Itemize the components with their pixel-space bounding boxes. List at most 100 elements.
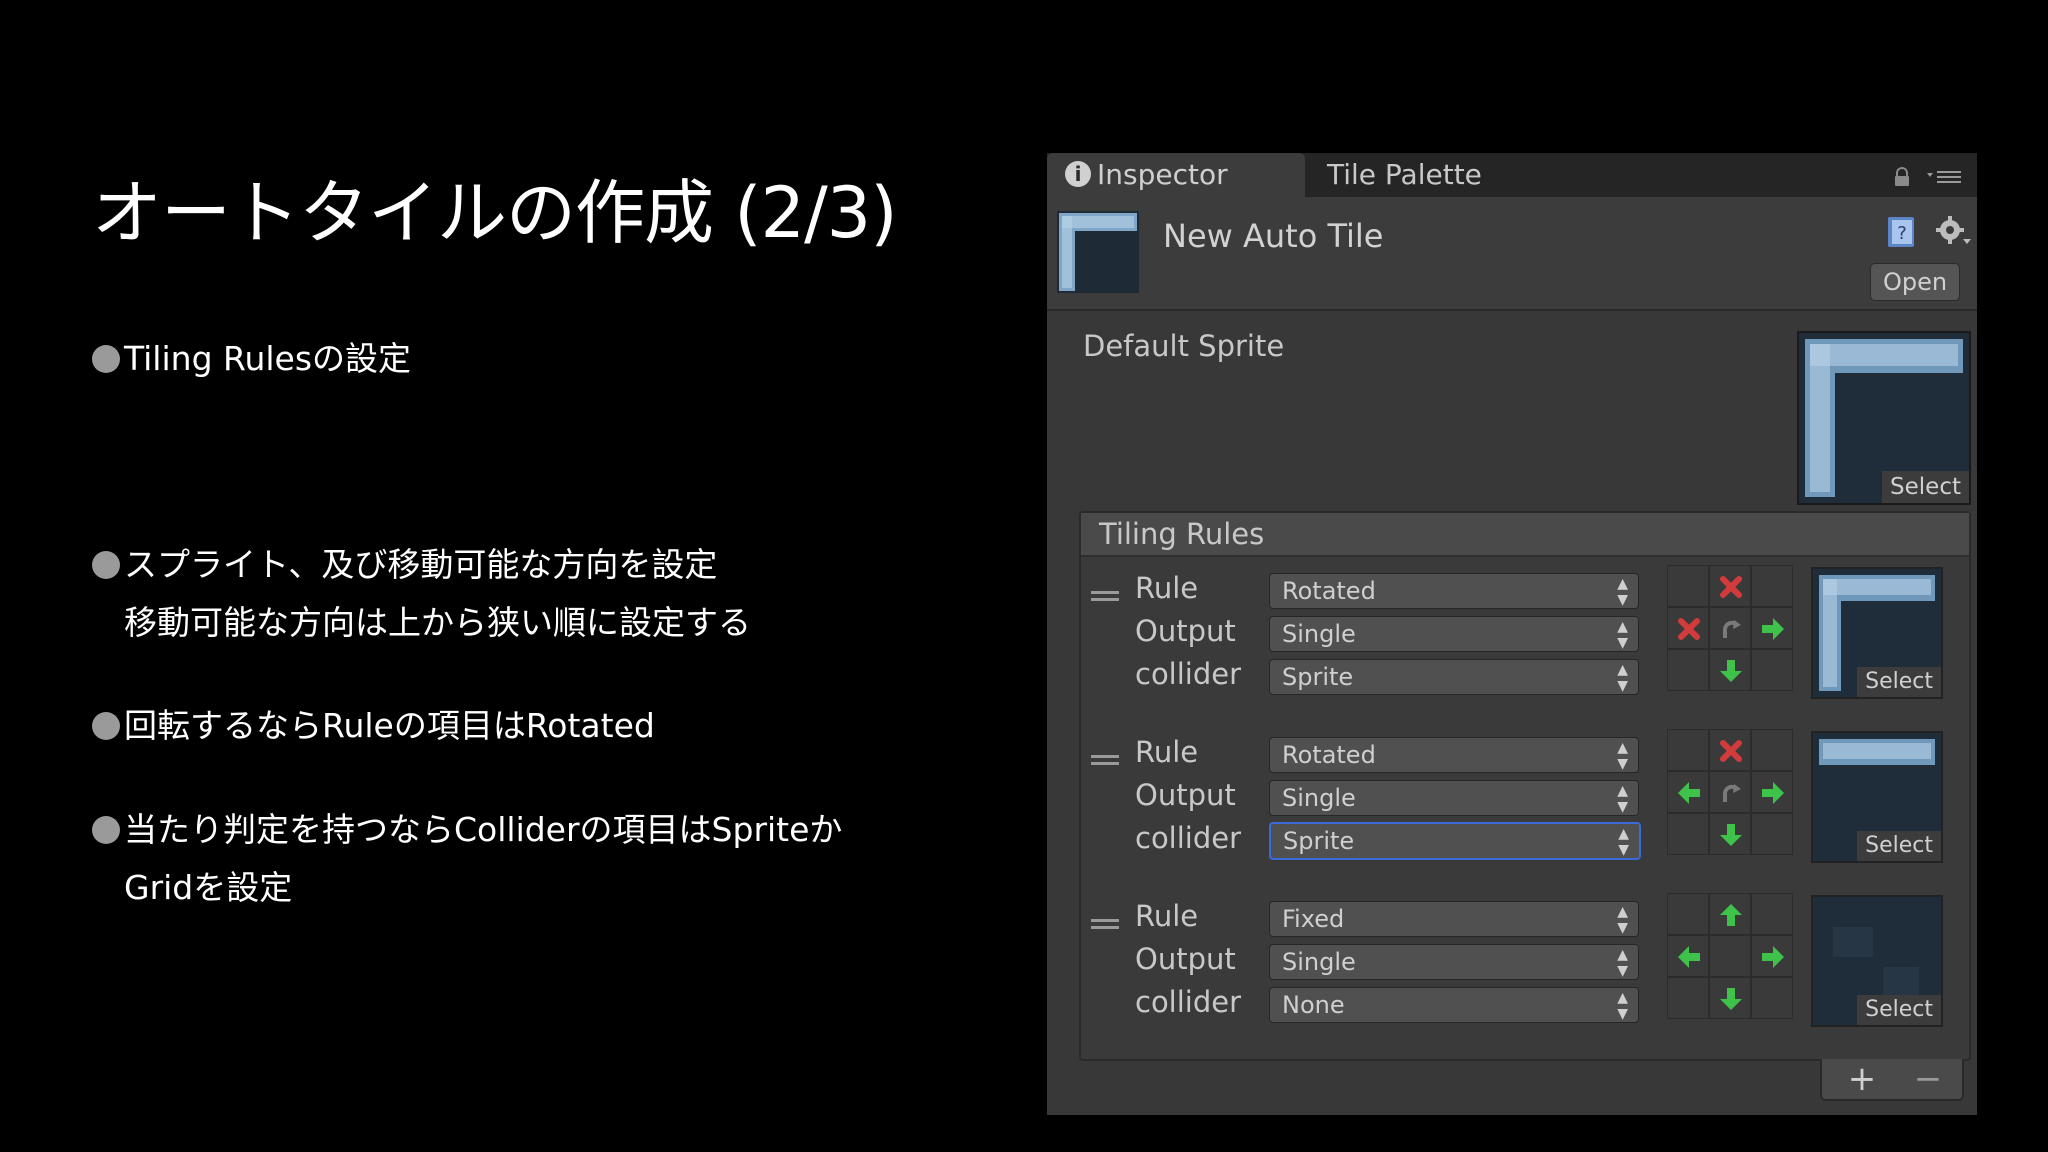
rule-sprite-field[interactable]: Select — [1811, 895, 1943, 1027]
neighbor-grid — [1667, 565, 1793, 691]
asset-header: New Auto Tile ? Open — [1047, 197, 1977, 311]
dropdown-arrows-icon: ▲ ▼ — [1617, 619, 1628, 651]
help-book-icon[interactable]: ? — [1885, 215, 1919, 249]
arrow-left-icon — [1676, 944, 1702, 970]
neighbor-cell[interactable] — [1667, 977, 1709, 1019]
neighbor-cell[interactable] — [1667, 935, 1709, 977]
neighbor-cell[interactable] — [1709, 729, 1751, 771]
rule-value: Fixed — [1282, 905, 1345, 933]
tab-inspector-label: Inspector — [1097, 158, 1228, 191]
tab-bar: i Inspector Tile Palette — [1047, 153, 1977, 197]
neighbor-cell[interactable] — [1751, 565, 1793, 607]
select-button[interactable]: Select — [1882, 471, 1969, 503]
neighbor-cell[interactable] — [1751, 893, 1793, 935]
output-dropdown[interactable]: Single ▲ ▼ — [1269, 944, 1639, 980]
drag-handle-icon[interactable] — [1091, 753, 1119, 767]
rule-dropdown[interactable]: Rotated ▲ ▼ — [1269, 573, 1639, 609]
gear-icon[interactable] — [1935, 215, 1973, 249]
bullet-dot — [92, 712, 120, 740]
bullet-text-line2: 移動可能な方向は上から狭い順に設定する — [124, 603, 751, 642]
output-value: Single — [1282, 948, 1356, 976]
bullet-text: 回転するならRuleの項目はRotated — [124, 706, 655, 745]
tiling-rules-panel: Tiling Rules Rule Output collider Rotate… — [1079, 511, 1971, 1061]
neighbor-cell[interactable] — [1751, 813, 1793, 855]
drag-handle-icon[interactable] — [1091, 589, 1119, 603]
tab-tile-palette[interactable]: Tile Palette — [1327, 153, 1482, 197]
output-dropdown[interactable]: Single ▲ ▼ — [1269, 780, 1639, 816]
menu-icon[interactable] — [1927, 167, 1963, 187]
rule-sprite-field[interactable]: Select — [1811, 731, 1943, 863]
rule-sprite-field[interactable]: Select — [1811, 567, 1943, 699]
collider-label: collider — [1135, 657, 1242, 691]
bullet-sprite-direction: スプライト、及び移動可能な方向を設定 移動可能な方向は上から狭い順に設定する — [92, 536, 751, 652]
dropdown-arrows-icon: ▲ ▼ — [1617, 783, 1628, 815]
neighbor-cell[interactable] — [1709, 893, 1751, 935]
info-icon: i — [1065, 161, 1091, 187]
arrow-right-icon — [1760, 944, 1786, 970]
neighbor-cell[interactable] — [1751, 649, 1793, 691]
neighbor-cell[interactable] — [1709, 771, 1751, 813]
select-button[interactable]: Select — [1857, 995, 1941, 1025]
rotate-icon — [1718, 616, 1744, 642]
output-dropdown[interactable]: Single ▲ ▼ — [1269, 616, 1639, 652]
select-button[interactable]: Select — [1857, 831, 1941, 861]
output-value: Single — [1282, 784, 1356, 812]
arrow-right-icon — [1760, 616, 1786, 642]
neighbor-cell[interactable] — [1709, 565, 1751, 607]
remove-rule-button[interactable]: − — [1908, 1059, 1948, 1099]
neighbor-cell[interactable] — [1709, 607, 1751, 649]
rotate-icon — [1718, 780, 1744, 806]
asset-name: New Auto Tile — [1163, 217, 1384, 255]
bullet-dot — [92, 816, 120, 844]
neighbor-cell[interactable] — [1667, 565, 1709, 607]
add-rule-button[interactable]: + — [1842, 1059, 1882, 1099]
neighbor-cell[interactable] — [1751, 935, 1793, 977]
x-mark-icon — [1718, 738, 1744, 764]
x-mark-icon — [1676, 616, 1702, 642]
neighbor-cell[interactable] — [1667, 607, 1709, 649]
rule-list-buttons: + − — [1820, 1059, 1964, 1101]
neighbor-cell[interactable] — [1709, 935, 1751, 977]
select-button[interactable]: Select — [1857, 667, 1941, 697]
default-sprite-field[interactable]: Select — [1797, 331, 1971, 505]
neighbor-cell[interactable] — [1667, 813, 1709, 855]
collider-dropdown[interactable]: None ▲ ▼ — [1269, 987, 1639, 1023]
neighbor-cell[interactable] — [1667, 893, 1709, 935]
bullet-dot — [92, 551, 120, 579]
bullet-text: Tiling Rulesの設定 — [124, 339, 412, 378]
neighbor-cell[interactable] — [1709, 977, 1751, 1019]
arrow-up-icon — [1718, 902, 1744, 928]
neighbor-cell[interactable] — [1751, 607, 1793, 649]
neighbor-cell[interactable] — [1751, 729, 1793, 771]
rule-row: Rule Output collider Rotated ▲ ▼ Single ▲ ▼ … — [1081, 565, 1969, 711]
neighbor-cell[interactable] — [1751, 771, 1793, 813]
dropdown-arrows-icon: ▲ ▼ — [1618, 826, 1629, 858]
collider-dropdown[interactable]: Sprite ▲ ▼ — [1269, 659, 1639, 695]
bullet-text: スプライト、及び移動可能な方向を設定 — [124, 545, 718, 584]
bullet-tiling-rules: Tiling Rulesの設定 — [92, 330, 411, 388]
rule-row: Rule Output collider Rotated ▲ ▼ Single ▲ ▼ … — [1081, 729, 1969, 875]
bullet-rotated: 回転するならRuleの項目はRotated — [92, 697, 655, 755]
neighbor-grid — [1667, 729, 1793, 855]
arrow-right-icon — [1760, 780, 1786, 806]
rule-label: Rule — [1135, 571, 1199, 605]
rule-dropdown[interactable]: Rotated ▲ ▼ — [1269, 737, 1639, 773]
neighbor-cell[interactable] — [1751, 977, 1793, 1019]
open-button[interactable]: Open — [1870, 263, 1960, 301]
neighbor-cell[interactable] — [1667, 729, 1709, 771]
collider-label: collider — [1135, 985, 1242, 1019]
neighbor-grid — [1667, 893, 1793, 1019]
neighbor-cell[interactable] — [1709, 813, 1751, 855]
output-value: Single — [1282, 620, 1356, 648]
collider-dropdown[interactable]: Sprite ▲ ▼ — [1269, 822, 1641, 860]
dropdown-arrows-icon: ▲ ▼ — [1617, 576, 1628, 608]
drag-handle-icon[interactable] — [1091, 917, 1119, 931]
rule-dropdown[interactable]: Fixed ▲ ▼ — [1269, 901, 1639, 937]
neighbor-cell[interactable] — [1667, 649, 1709, 691]
neighbor-cell[interactable] — [1709, 649, 1751, 691]
lock-icon[interactable] — [1892, 167, 1912, 187]
neighbor-cell[interactable] — [1667, 771, 1709, 813]
output-label: Output — [1135, 942, 1236, 976]
tab-inspector[interactable]: i Inspector — [1047, 153, 1305, 197]
arrow-left-icon — [1676, 780, 1702, 806]
